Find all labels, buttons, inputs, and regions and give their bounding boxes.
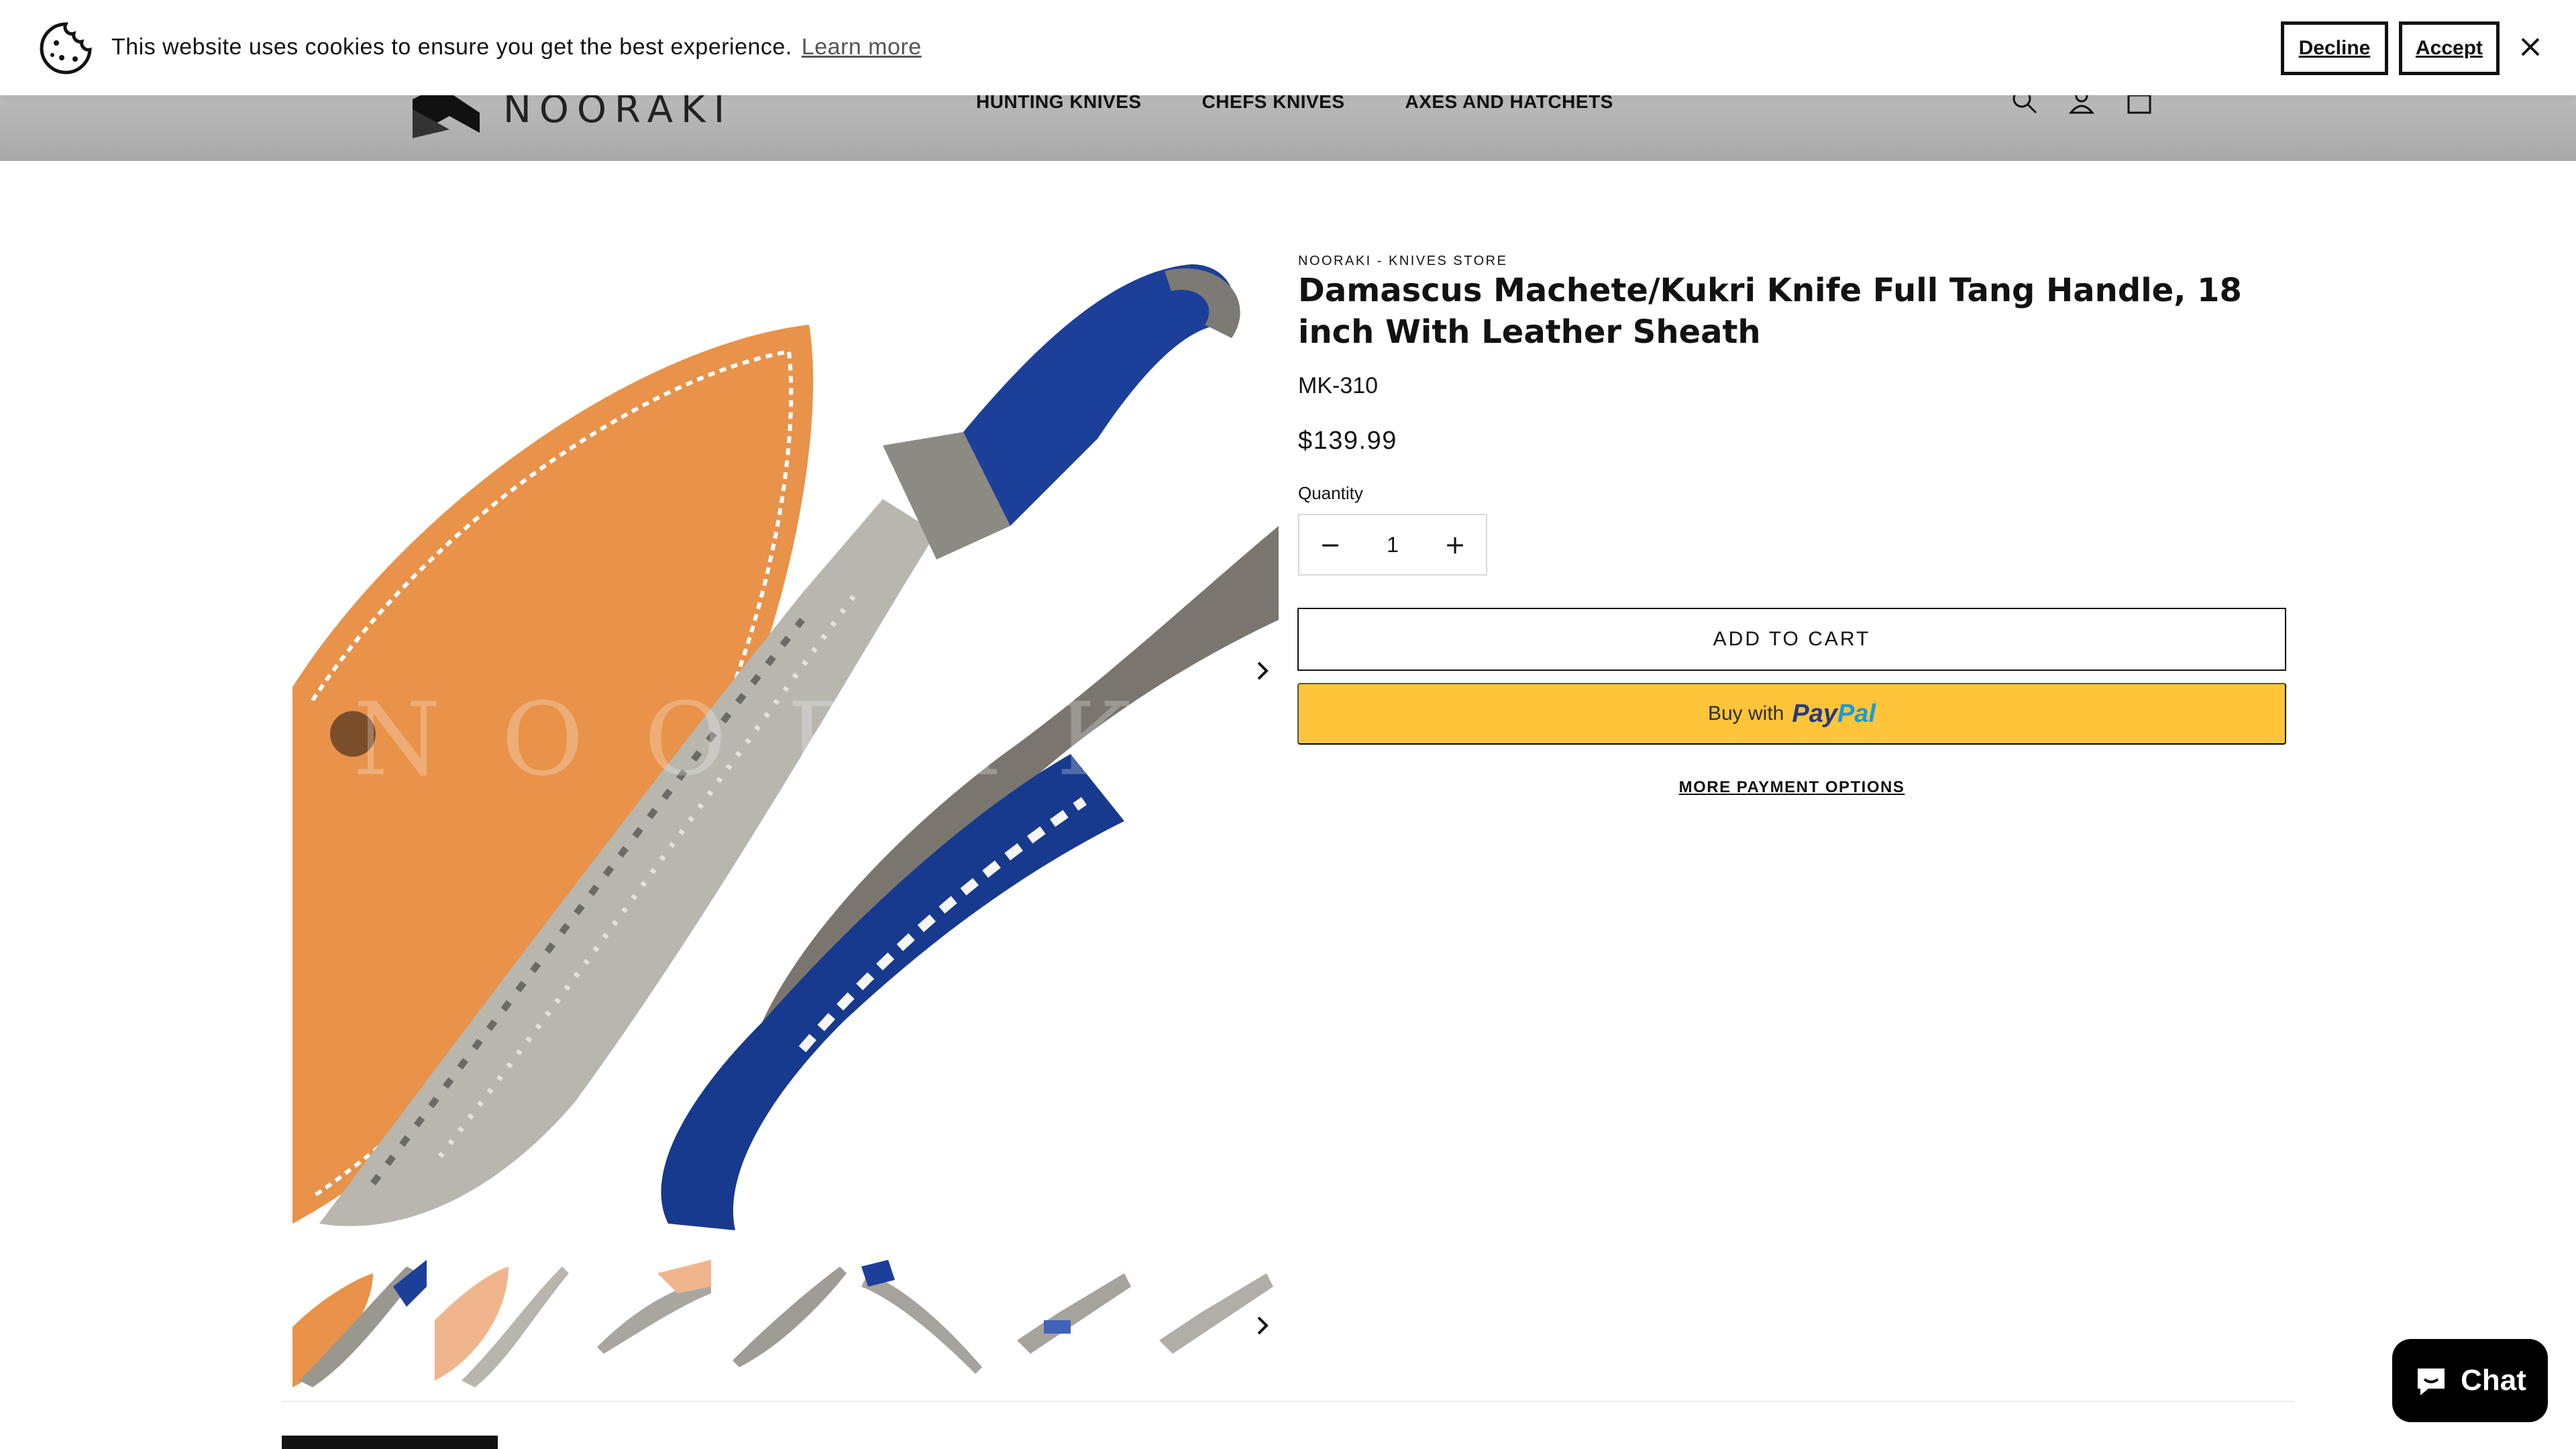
chat-button[interactable]: Chat (2392, 1339, 2548, 1422)
quantity-label: Quantity (1298, 483, 1363, 503)
cookie-message-text: This website uses cookies to ensure you … (111, 34, 792, 60)
product-main-image[interactable]: NOORAKI (292, 244, 1279, 1240)
accept-button[interactable]: Accept (2399, 21, 2500, 75)
chevron-right-icon[interactable] (1249, 657, 1276, 684)
plus-icon[interactable]: + (1440, 530, 1470, 559)
paypal-buy-text: Buy with (1707, 702, 1784, 724)
product-vendor: NOORAKI - KNIVES STORE (1298, 254, 1508, 268)
paypal-logo: PayPal (1792, 699, 1876, 728)
thumbnail-next-icon[interactable] (1249, 1312, 1276, 1339)
product-sku: MK-310 (1298, 373, 1379, 398)
thumbnail-strip (292, 1246, 1276, 1390)
chat-bubble-icon (2418, 1368, 2445, 1395)
thumbnail-6[interactable] (1004, 1246, 1138, 1390)
watermark: NOORAKI (353, 682, 1279, 798)
minus-icon[interactable]: − (1316, 530, 1345, 559)
chat-label: Chat (2461, 1364, 2526, 1397)
thumbnail-2[interactable] (435, 1246, 569, 1390)
close-icon[interactable] (2514, 31, 2546, 63)
thumbnail-5[interactable] (861, 1246, 996, 1390)
add-to-cart-button[interactable]: ADD TO CART (1297, 608, 2286, 671)
tab-indicator[interactable] (282, 1436, 498, 1449)
product-price: $139.99 (1298, 427, 1397, 455)
paypal-button[interactable]: Buy with PayPal (1297, 683, 2286, 745)
section-divider (282, 1401, 2294, 1402)
decline-button[interactable]: Decline (2281, 21, 2388, 75)
cookie-icon (40, 22, 92, 74)
thumbnail-1[interactable] (292, 1246, 427, 1390)
thumbnail-3[interactable] (577, 1246, 711, 1390)
quantity-input[interactable]: 1 (1387, 533, 1399, 557)
product-title: Damascus Machete/Kukri Knife Full Tang H… (1298, 272, 2242, 351)
learn-more-link[interactable]: Learn more (802, 34, 922, 60)
cookie-message: This website uses cookies to ensure you … (111, 34, 922, 60)
more-payment-options-link[interactable]: MORE PAYMENT OPTIONS (1297, 778, 2286, 797)
thumbnail-4[interactable] (719, 1246, 853, 1390)
quantity-stepper: − 1 + (1298, 514, 1487, 576)
cookie-banner: This website uses cookies to ensure you … (0, 0, 2576, 95)
knife-image: NOORAKI (292, 264, 1279, 1230)
